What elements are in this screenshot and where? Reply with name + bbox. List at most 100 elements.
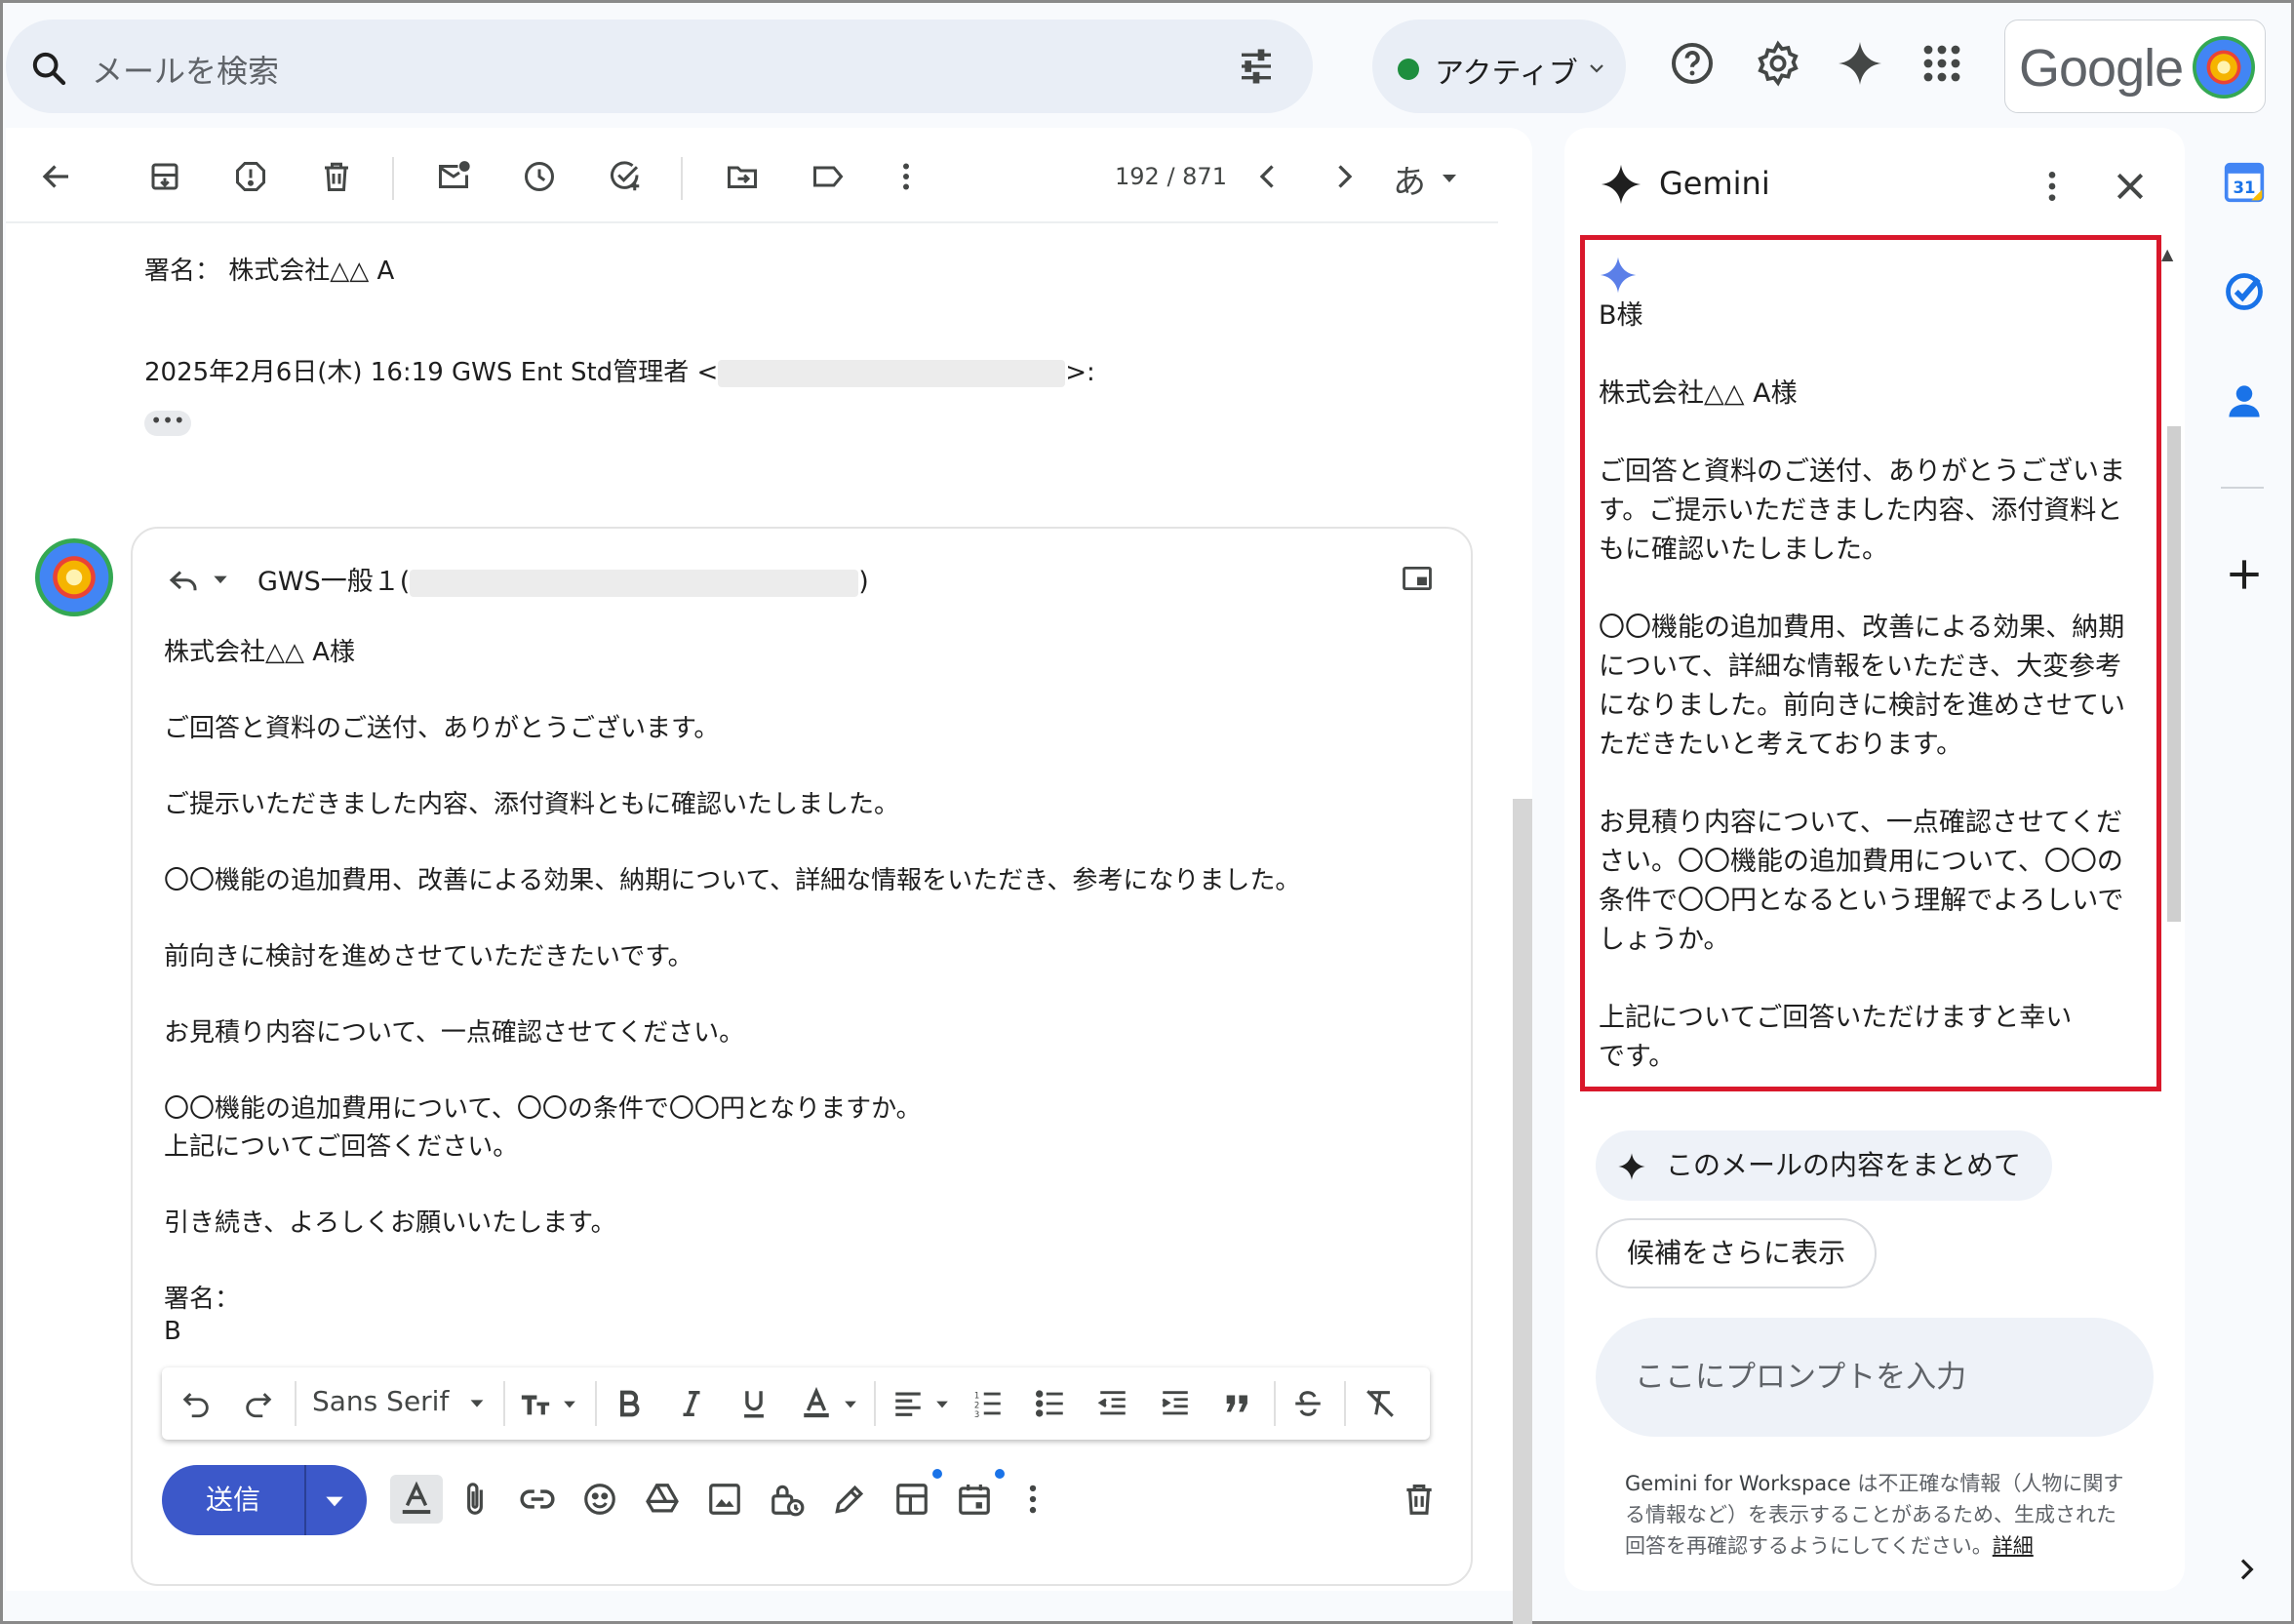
move-to-folder-icon[interactable] xyxy=(725,159,760,194)
undo-icon[interactable] xyxy=(179,1387,213,1420)
recipient-field[interactable]: GWS一般１() xyxy=(257,560,869,598)
reply-arrow-icon[interactable] xyxy=(164,562,203,597)
account-avatar[interactable] xyxy=(2193,36,2255,99)
google-account-button[interactable]: Google xyxy=(2004,20,2266,113)
search-icon[interactable] xyxy=(29,49,68,88)
bold-icon[interactable] xyxy=(613,1387,646,1420)
caret-down-icon[interactable] xyxy=(560,1395,579,1414)
label-tag-icon[interactable] xyxy=(811,159,846,194)
more-vert-icon[interactable] xyxy=(889,159,924,194)
response-line: ただきたいと考えております。 xyxy=(1599,730,1963,760)
confidential-mode-icon[interactable] xyxy=(769,1481,806,1518)
strikethrough-icon[interactable] xyxy=(1291,1387,1325,1420)
underline-icon[interactable] xyxy=(737,1387,771,1420)
disclaimer-details-link[interactable]: 詳細 xyxy=(1993,1534,2034,1558)
text-color-icon[interactable] xyxy=(800,1387,833,1420)
reply-compose: GWS一般１() 株式会社△△ A様 ご回答と資料のご送付、ありがとうございます… xyxy=(131,527,1473,1586)
prompt-input[interactable]: ここにプロンプトを入力 xyxy=(1596,1318,2154,1437)
chevron-down-icon xyxy=(1585,57,1608,80)
mail-scrollbar[interactable] xyxy=(1513,799,1532,1624)
archive-icon[interactable] xyxy=(147,159,182,194)
search-options-icon[interactable] xyxy=(1237,47,1276,86)
response-line: ご回答と資料のご送付、ありがとうございま xyxy=(1599,456,2125,487)
suggestion-chip-summarize[interactable]: このメールの内容をまとめて xyxy=(1596,1130,2053,1201)
body-line: 引き続き、よろしくお願いいたします。 xyxy=(164,1208,616,1238)
search-bar[interactable]: メールを検索 xyxy=(6,20,1313,113)
indent-more-icon[interactable] xyxy=(1159,1387,1192,1420)
google-drive-icon[interactable] xyxy=(644,1481,681,1518)
indent-less-icon[interactable] xyxy=(1096,1387,1129,1420)
svg-text:2: 2 xyxy=(974,1401,979,1410)
delete-trash-icon[interactable] xyxy=(319,159,354,194)
expand-chevron-icon[interactable] xyxy=(2231,1554,2262,1585)
quote-icon[interactable] xyxy=(1221,1387,1254,1420)
response-line: しょうか。 xyxy=(1599,925,1730,955)
scroll-up-arrow[interactable]: ▲ xyxy=(2161,245,2173,263)
caret-down-icon[interactable] xyxy=(1438,167,1461,190)
previous-chevron-icon[interactable] xyxy=(1250,159,1285,194)
more-options-icon[interactable] xyxy=(1014,1481,1051,1518)
numbered-list-icon[interactable]: 123 xyxy=(971,1387,1005,1420)
body-line: 署名： xyxy=(164,1285,241,1314)
redo-icon[interactable] xyxy=(242,1387,275,1420)
gemini-scrollbar[interactable] xyxy=(2167,426,2181,922)
next-chevron-icon[interactable] xyxy=(1326,159,1362,194)
contacts-app-icon[interactable] xyxy=(2223,379,2266,422)
caret-down-icon[interactable] xyxy=(932,1395,952,1414)
send-divider xyxy=(304,1465,306,1535)
bulleted-list-icon[interactable] xyxy=(1034,1387,1067,1420)
schedule-event-icon[interactable] xyxy=(956,1481,993,1518)
send-button-group[interactable]: 送信 xyxy=(162,1465,367,1535)
italic-icon[interactable] xyxy=(675,1387,708,1420)
emoji-icon[interactable] xyxy=(581,1481,618,1518)
toolbar-divider xyxy=(392,157,394,200)
body-line: 上記についてご回答ください。 xyxy=(164,1132,519,1162)
response-line: になりました。前向きに検討を進めさせてい xyxy=(1599,691,2125,721)
discard-draft-trash-icon[interactable] xyxy=(1401,1481,1438,1518)
insert-link-icon[interactable] xyxy=(519,1481,556,1518)
settings-gear-icon[interactable] xyxy=(1755,40,1801,87)
pop-out-icon[interactable] xyxy=(1401,562,1434,595)
gemini-spark-icon[interactable] xyxy=(1837,40,1883,87)
more-vert-icon[interactable] xyxy=(2033,167,2072,206)
apps-grid-icon[interactable] xyxy=(1918,40,1965,87)
close-icon[interactable] xyxy=(2111,167,2150,206)
formatting-toolbar: Sans Serif 1 2 3 xyxy=(162,1367,1430,1440)
body-line: 〇〇機能の追加費用、改善による効果、納期について、詳細な情報をいただき、参考にな… xyxy=(164,866,1301,895)
response-line: について、詳細な情報をいただき、大変参考 xyxy=(1599,652,2121,682)
google-logo: Google xyxy=(2019,39,2184,98)
new-feature-dot xyxy=(932,1469,942,1479)
send-button[interactable]: 送信 xyxy=(162,1465,304,1535)
align-icon[interactable] xyxy=(891,1387,925,1420)
input-tools-button[interactable]: あ xyxy=(1393,155,1426,203)
calendar-app-icon[interactable]: 31 xyxy=(2223,161,2266,204)
caret-down-icon[interactable] xyxy=(466,1393,488,1414)
formatting-options-icon[interactable] xyxy=(390,1475,443,1524)
font-size-icon[interactable] xyxy=(519,1387,552,1420)
font-family-select[interactable]: Sans Serif xyxy=(312,1385,449,1417)
reply-type-caret-icon[interactable] xyxy=(211,570,230,589)
status-label: アクティブ xyxy=(1435,57,1578,91)
attach-file-icon[interactable] xyxy=(456,1481,494,1518)
mark-unread-icon[interactable] xyxy=(436,159,471,194)
format-divider xyxy=(1344,1381,1346,1426)
signature-pen-icon[interactable] xyxy=(831,1481,868,1518)
gemini-spark-icon xyxy=(1600,163,1642,206)
search-input[interactable]: メールを検索 xyxy=(92,47,279,92)
add-addon-plus-icon[interactable] xyxy=(2223,553,2266,596)
show-more-suggestions-chip[interactable]: 候補をさらに表示 xyxy=(1596,1218,1878,1288)
back-arrow-icon[interactable] xyxy=(39,159,74,194)
send-options-caret-icon[interactable] xyxy=(322,1488,347,1514)
snooze-clock-icon[interactable] xyxy=(522,159,557,194)
insert-photo-icon[interactable] xyxy=(706,1481,743,1518)
tasks-app-icon[interactable] xyxy=(2223,270,2266,313)
show-trimmed-content-button[interactable]: ••• xyxy=(144,411,191,436)
caret-down-icon[interactable] xyxy=(841,1395,860,1414)
report-spam-icon[interactable] xyxy=(233,159,268,194)
help-icon[interactable] xyxy=(1669,40,1716,87)
add-task-icon[interactable] xyxy=(608,159,643,194)
status-selector[interactable]: アクティブ xyxy=(1372,20,1626,113)
layouts-icon[interactable] xyxy=(893,1481,930,1518)
svg-text:1: 1 xyxy=(974,1391,979,1401)
remove-formatting-icon[interactable] xyxy=(1364,1387,1397,1420)
